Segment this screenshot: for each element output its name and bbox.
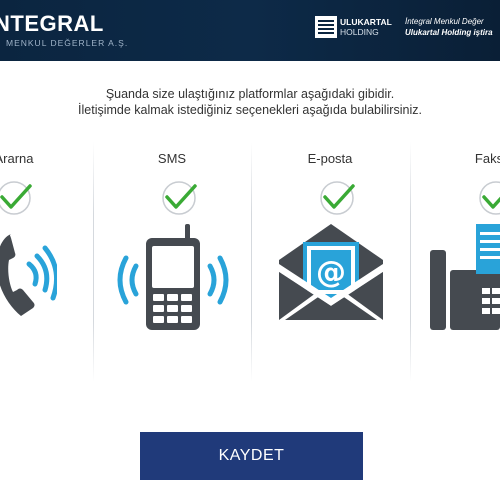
svg-text:@: @ (316, 255, 346, 290)
option-label-fax: Faks (474, 151, 500, 166)
option-label-phone: Ararna (0, 151, 34, 166)
holding-name-line1: ULUKARTAL (340, 17, 392, 27)
check-icon[interactable] (0, 180, 32, 216)
check-icon[interactable] (478, 180, 500, 216)
save-button[interactable]: KAYDET (140, 432, 363, 480)
phone-call-icon (0, 234, 57, 316)
fax-machine-icon (430, 224, 500, 330)
option-email[interactable]: E-posta @ (251, 142, 409, 382)
header-note-line2: Ulukartal Holding iştira (405, 28, 493, 37)
option-fax[interactable]: Faks (410, 142, 500, 382)
integral-logo-text: NTEGRAL (0, 11, 104, 36)
option-label-email: E-posta (307, 151, 353, 166)
check-icon[interactable] (319, 180, 355, 216)
email-envelope-icon: @ (279, 224, 383, 320)
intro-text: Şuanda size ulaştığınız platformlar aşağ… (0, 86, 500, 118)
intro-line1: Şuanda size ulaştığınız platformlar aşağ… (105, 87, 395, 101)
header-note: İntegral Menkul Değer Ulukartal Holding … (405, 16, 493, 38)
integral-logo-subtitle: MENKUL DEĞERLER A.Ş. (6, 38, 129, 48)
holding-name-line2: HOLDING (340, 27, 379, 37)
intro-line2: İletişimde kalmak istediğiniz seçenekler… (78, 103, 422, 117)
option-phone[interactable]: Ararna (0, 142, 93, 382)
ulukartal-logo-icon (315, 16, 337, 38)
option-sms[interactable]: SMS (93, 142, 251, 382)
top-header: NTEGRAL MENKUL DEĞERLER A.Ş. ULUKARTAL H… (0, 0, 500, 61)
option-label-sms: SMS (157, 151, 187, 166)
mobile-phone-icon (117, 224, 229, 330)
check-icon[interactable] (161, 180, 197, 216)
header-note-line1: İntegral Menkul Değer (405, 17, 484, 26)
ulukartal-holding-logo-text: ULUKARTAL HOLDING (340, 17, 392, 37)
